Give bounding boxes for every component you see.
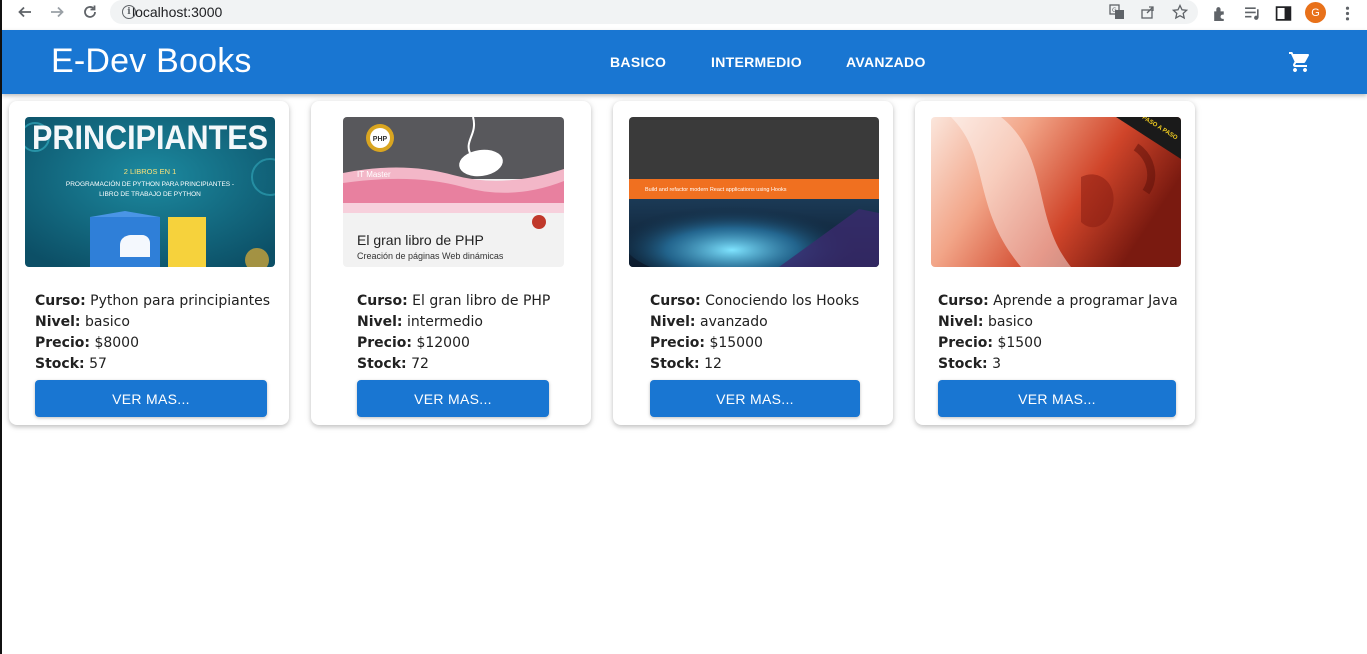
nivel-value: avanzado — [700, 314, 768, 330]
book-details: Curso: Python para principiantes Nivel: … — [35, 291, 270, 375]
forward-icon[interactable] — [46, 1, 68, 23]
media-control-icon[interactable] — [1242, 3, 1262, 23]
precio-value: $15000 — [709, 335, 763, 351]
nivel-label: Nivel: — [35, 314, 81, 330]
ver-mas-button[interactable]: VER MAS... — [357, 380, 549, 417]
nivel-value: basico — [988, 314, 1033, 330]
bookmark-star-icon[interactable] — [1171, 3, 1189, 21]
back-icon[interactable] — [14, 1, 36, 23]
book-cover-image[interactable]: PHP IT Master El gran libro de PHP Creac… — [343, 117, 564, 267]
svg-text:LIBRO DE TRABAJO DE PYTHON: LIBRO DE TRABAJO DE PYTHON — [99, 191, 201, 198]
svg-text:Build and refactor modern Reac: Build and refactor modern React applicat… — [645, 187, 787, 193]
curso-label: Curso: — [357, 293, 408, 309]
nav-intermedio[interactable]: INTERMEDIO — [711, 54, 802, 70]
nivel-label: Nivel: — [938, 314, 984, 330]
nivel-label: Nivel: — [650, 314, 696, 330]
precio-value: $1500 — [997, 335, 1042, 351]
address-url[interactable]: localhost:3000 — [132, 4, 222, 20]
svg-text:PHP: PHP — [373, 136, 388, 143]
shopping-cart-icon[interactable] — [1288, 50, 1312, 74]
curso-label: Curso: — [650, 293, 701, 309]
svg-text:El gran libro de PHP: El gran libro de PHP — [357, 232, 484, 248]
svg-text:PROGRAMACIÓN DE PYTHON PARA PR: PROGRAMACIÓN DE PYTHON PARA PRINCIPIANTE… — [66, 179, 234, 188]
ver-mas-button[interactable]: VER MAS... — [938, 380, 1176, 417]
app-header: E-Dev Books BASICO INTERMEDIO AVANZADO — [2, 30, 1367, 94]
curso-value: Python para principiantes — [90, 293, 271, 309]
svg-text:Creación de páginas Web dinámi: Creación de páginas Web dinámicas — [357, 251, 504, 261]
svg-text:IT Master: IT Master — [357, 170, 391, 179]
stock-label: Stock: — [938, 356, 988, 372]
nivel-label: Nivel: — [357, 314, 403, 330]
book-card: PHP IT Master El gran libro de PHP Creac… — [311, 101, 591, 425]
svg-text:PRINCIPIANTES: PRINCIPIANTES — [32, 119, 268, 157]
browser-toolbar: i localhost:3000 G G — [2, 0, 1367, 26]
stock-label: Stock: — [650, 356, 700, 372]
curso-label: Curso: — [35, 293, 86, 309]
stock-value: 72 — [411, 356, 429, 372]
nav-avanzado[interactable]: AVANZADO — [846, 54, 926, 70]
curso-label: Curso: — [938, 293, 989, 309]
precio-label: Precio: — [357, 335, 412, 351]
nav-basico[interactable]: BASICO — [610, 54, 666, 70]
precio-value: $12000 — [416, 335, 470, 351]
stock-label: Stock: — [357, 356, 407, 372]
book-cover-image[interactable]: Build and refactor modern React applicat… — [629, 117, 879, 267]
stock-value: 57 — [89, 356, 107, 372]
book-details: Curso: Conociendo los Hooks Nivel: avanz… — [650, 291, 859, 375]
book-details: Curso: El gran libro de PHP Nivel: inter… — [357, 291, 550, 375]
share-icon[interactable] — [1139, 3, 1157, 21]
curso-value: El gran libro de PHP — [412, 293, 551, 309]
book-cover-image[interactable]: PASO A PASO — [931, 117, 1181, 267]
book-cover-image[interactable]: PRINCIPIANTES 2 LIBROS EN 1 PROGRAMACIÓN… — [25, 117, 275, 267]
book-details: Curso: Aprende a programar Java Nivel: b… — [938, 291, 1178, 375]
stock-label: Stock: — [35, 356, 85, 372]
ver-mas-button[interactable]: VER MAS... — [650, 380, 860, 417]
book-card: PRINCIPIANTES 2 LIBROS EN 1 PROGRAMACIÓN… — [9, 101, 289, 425]
stock-value: 12 — [704, 356, 722, 372]
nivel-value: intermedio — [407, 314, 483, 330]
brand-title[interactable]: E-Dev Books — [51, 42, 252, 81]
svg-text:2 LIBROS EN 1: 2 LIBROS EN 1 — [124, 167, 177, 176]
book-card: Build and refactor modern React applicat… — [613, 101, 893, 425]
book-card: PASO A PASO Curso: Aprende a programar J… — [915, 101, 1195, 425]
profile-avatar[interactable]: G — [1305, 2, 1326, 23]
extensions-icon[interactable] — [1209, 3, 1229, 23]
translate-icon[interactable]: G — [1108, 3, 1126, 21]
curso-value: Conociendo los Hooks — [705, 293, 860, 309]
precio-label: Precio: — [938, 335, 993, 351]
svg-text:G: G — [1112, 7, 1117, 14]
stock-value: 3 — [992, 356, 1001, 372]
site-info-icon[interactable]: i — [122, 5, 136, 19]
precio-label: Precio: — [35, 335, 90, 351]
side-panel-icon[interactable] — [1273, 3, 1293, 23]
more-menu-icon[interactable] — [1337, 3, 1357, 23]
address-bar[interactable]: i localhost:3000 — [110, 0, 1198, 24]
ver-mas-button[interactable]: VER MAS... — [35, 380, 267, 417]
precio-label: Precio: — [650, 335, 705, 351]
nivel-value: basico — [85, 314, 130, 330]
curso-value: Aprende a programar Java — [993, 293, 1178, 309]
precio-value: $8000 — [94, 335, 139, 351]
reload-icon[interactable] — [79, 1, 101, 23]
